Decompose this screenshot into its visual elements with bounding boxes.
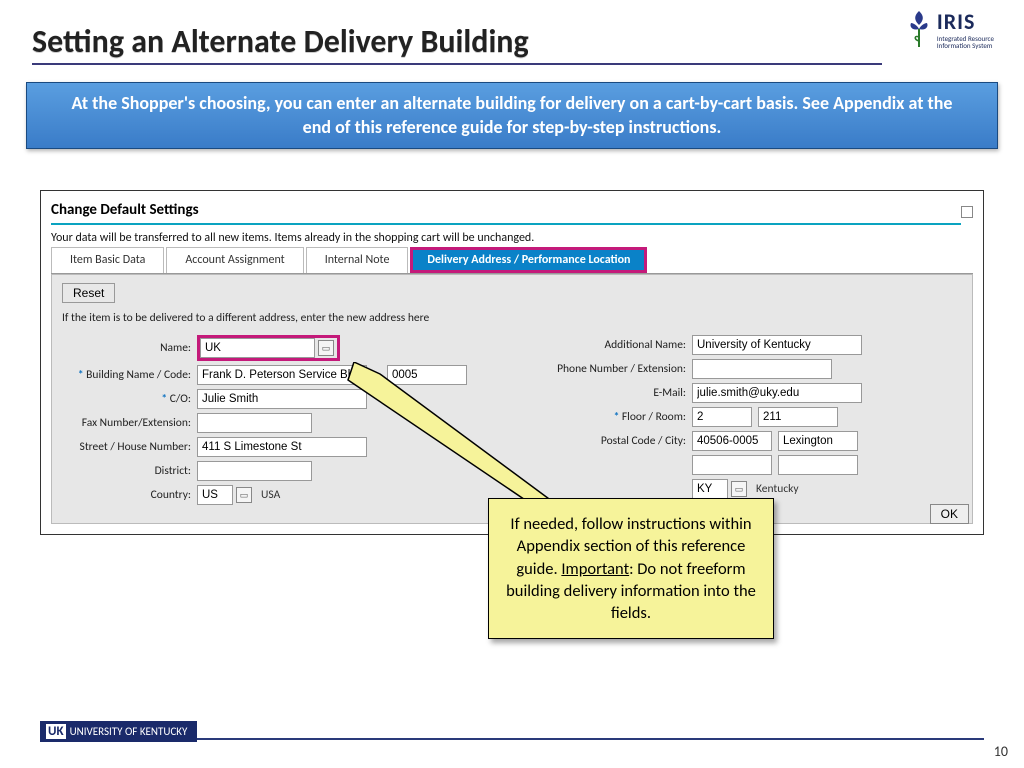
postal-label: Postal Code / City: [532,434,692,448]
window-box-icon[interactable] [961,206,973,218]
logo-brand: IRIS [937,8,994,35]
region-blank2-input[interactable] [778,455,858,475]
name-field-highlight: ▭ [197,335,340,361]
building-label: Building Name / Code: [62,368,197,382]
district-label: District: [62,464,197,478]
country-search-icon[interactable]: ▭ [236,487,252,503]
street-input[interactable] [197,437,367,457]
uk-mark: UK [46,724,66,739]
iris-logo: IRIS Integrated Resource Information Sys… [905,8,994,49]
postal-input[interactable] [692,431,772,451]
tab-internal-note[interactable]: Internal Note [306,247,409,273]
transfer-note: Your data will be transferred to all new… [51,225,973,247]
email-input[interactable] [692,383,862,403]
country-name: USA [255,488,280,502]
tab-strip: Item Basic Data Account Assignment Inter… [51,247,973,274]
tab-account-assignment[interactable]: Account Assignment [166,247,303,273]
region-blank-input[interactable] [692,455,772,475]
right-column: Additional Name: Phone Number / Extensio… [532,331,962,509]
region-name: Kentucky [750,482,799,496]
region-search-icon[interactable]: ▭ [731,481,747,497]
floor-label: Floor / Room: [532,410,692,424]
tab-delivery-address[interactable]: Delivery Address / Performance Location [410,247,647,273]
tab-body: Reset If the item is to be delivered to … [51,274,973,524]
room-input[interactable] [758,407,838,427]
page-number: 10 [994,743,1008,760]
logo-sub2: Information System [937,42,994,49]
tab-item-basic-data[interactable]: Item Basic Data [51,247,164,273]
iris-flower-icon [905,9,933,49]
left-column: Name: ▭ Building Name / Code: C/O: [62,331,492,509]
reset-button[interactable]: Reset [62,283,115,303]
callout-box: If needed, follow instructions within Ap… [488,498,774,639]
building-code-input[interactable] [387,365,467,385]
city-input[interactable] [778,431,858,451]
building-name-input[interactable] [197,365,367,385]
name-input[interactable] [200,338,315,358]
street-label: Street / House Number: [62,440,197,454]
add-name-input[interactable] [692,335,862,355]
fax-input[interactable] [197,413,312,433]
window-title: Change Default Settings [51,199,961,225]
phone-label: Phone Number / Extension: [532,362,692,376]
country-input[interactable] [197,485,233,505]
district-input[interactable] [197,461,312,481]
region-input[interactable] [692,479,728,499]
uk-footer-badge: UK UNIVERSITY OF KENTUCKY [40,721,197,742]
phone-input[interactable] [692,359,832,379]
uk-org-name: UNIVERSITY OF KENTUCKY [70,725,188,738]
page-title: Setting an Alternate Delivery Building [32,22,882,65]
co-label: C/O: [62,392,197,406]
add-name-label: Additional Name: [532,338,692,352]
fax-label: Fax Number/Extension: [62,416,197,430]
ok-button[interactable]: OK [930,504,969,524]
name-label: Name: [62,341,197,355]
info-banner: At the Shopper's choosing, you can enter… [26,82,998,149]
floor-input[interactable] [692,407,752,427]
callout-important: Important [561,559,629,579]
delivery-note: If the item is to be delivered to a diff… [62,311,962,325]
search-help-icon[interactable]: ▭ [318,340,334,356]
country-label: Country: [62,488,197,502]
co-input[interactable] [197,389,367,409]
settings-window: Change Default Settings Your data will b… [40,190,984,535]
email-label: E-Mail: [532,386,692,400]
